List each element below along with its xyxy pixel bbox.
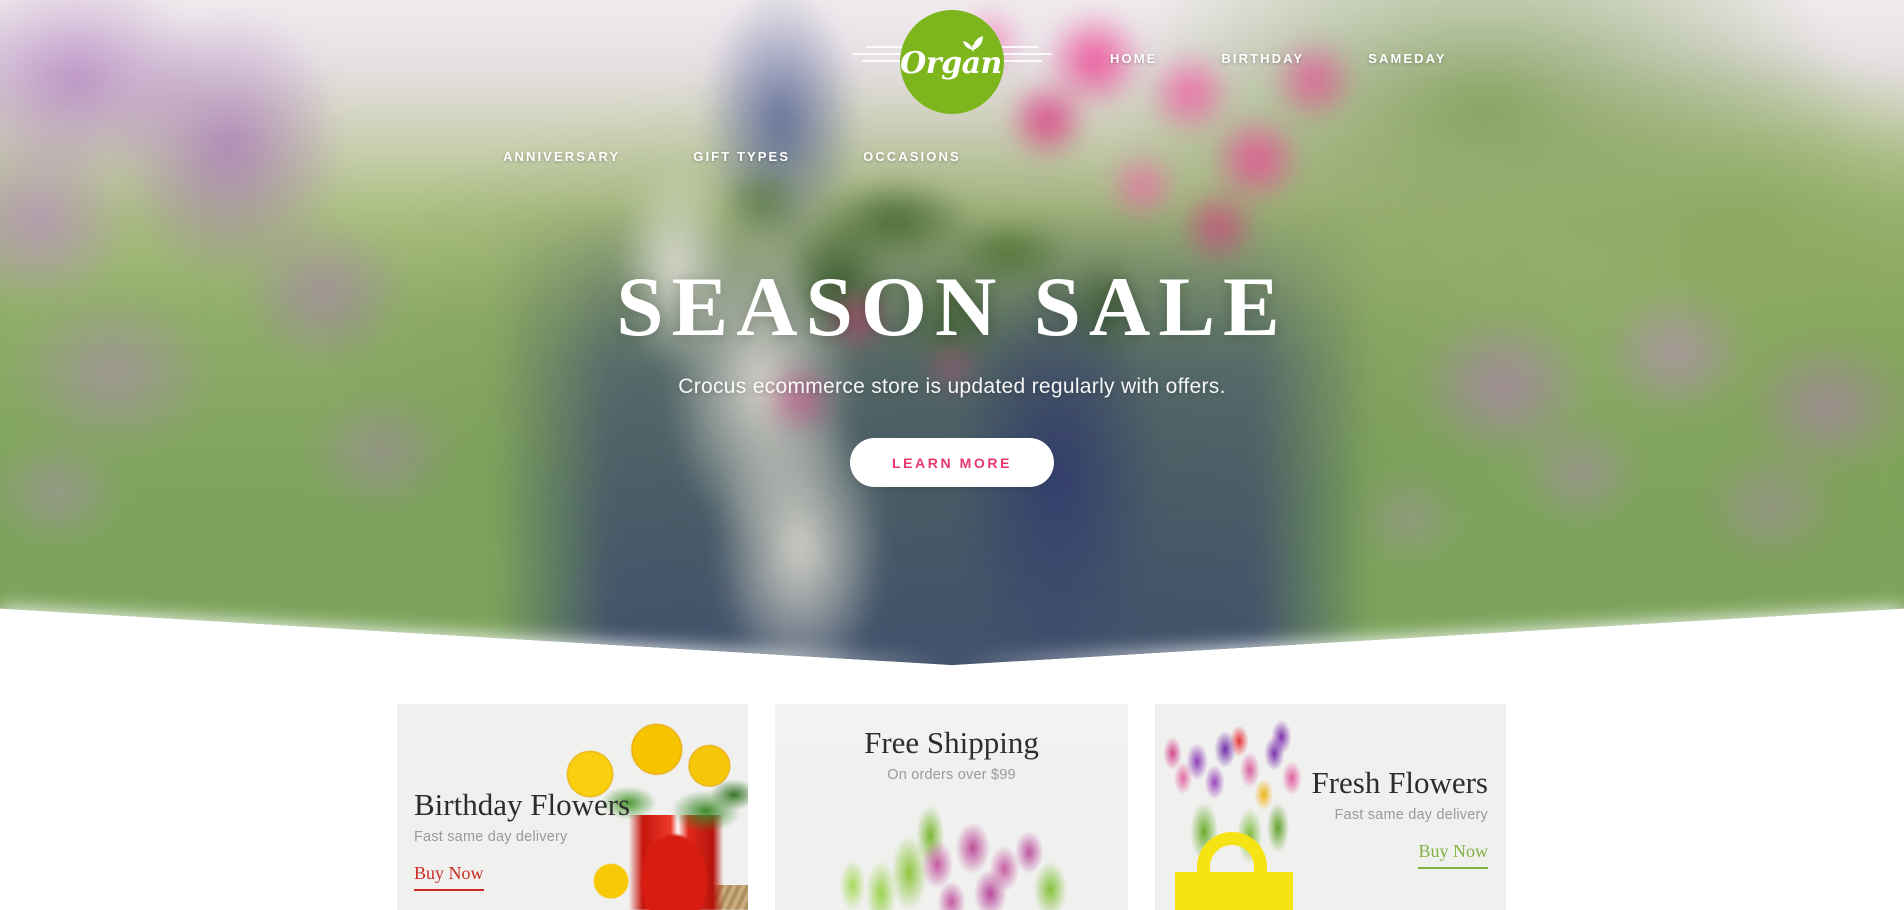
- promo-card-fresh-flowers[interactable]: Fresh Flowers Fast same day delivery Buy…: [1155, 704, 1506, 910]
- buy-now-button[interactable]: Buy Now: [414, 863, 484, 891]
- promo-card-text: Free Shipping On orders over $99: [775, 725, 1128, 784]
- learn-more-button[interactable]: LEARN MORE: [849, 438, 1055, 487]
- logo-circle: Organ: [900, 10, 1004, 114]
- site-header: Organ HOME BIRTHDAY SAMEDAY ANNIVERSARY …: [0, 0, 1904, 200]
- site-logo[interactable]: Organ: [900, 10, 1004, 114]
- promo-subtitle: Fast same day delivery: [414, 829, 568, 846]
- nav-item-occasions[interactable]: OCCASIONS: [863, 150, 961, 163]
- secondary-nav: ANNIVERSARY GIFT TYPES OCCASIONS: [0, 150, 1904, 163]
- nav-item-anniversary[interactable]: ANNIVERSARY: [503, 150, 620, 163]
- buy-now-button[interactable]: Buy Now: [1418, 841, 1488, 869]
- promo-card-free-shipping[interactable]: Free Shipping On orders over $99: [775, 704, 1128, 910]
- nav-item-gift-types[interactable]: GIFT TYPES: [693, 150, 790, 163]
- promo-cards: Birthday Flowers Fast same day delivery …: [0, 704, 1904, 910]
- promo-subtitle: On orders over $99: [887, 767, 1016, 784]
- hero-subtitle: Crocus ecommerce store is updated regula…: [678, 375, 1226, 398]
- promo-title: Fresh Flowers: [1311, 765, 1488, 800]
- promo-title: Free Shipping: [864, 725, 1039, 760]
- promo-card-text: Birthday Flowers Fast same day delivery …: [414, 787, 631, 891]
- hero-content: SEASON SALE Crocus ecommerce store is up…: [0, 265, 1904, 487]
- promo-subtitle: Fast same day delivery: [1334, 807, 1488, 824]
- promo-title: Birthday Flowers: [414, 787, 631, 822]
- page-title: SEASON SALE: [616, 260, 1288, 354]
- promo-card-text: Fresh Flowers Fast same day delivery Buy…: [1311, 765, 1488, 869]
- leaf-icon: [963, 36, 983, 52]
- logo-text: Organ: [900, 46, 1002, 81]
- promo-card-birthday-flowers[interactable]: Birthday Flowers Fast same day delivery …: [397, 704, 748, 910]
